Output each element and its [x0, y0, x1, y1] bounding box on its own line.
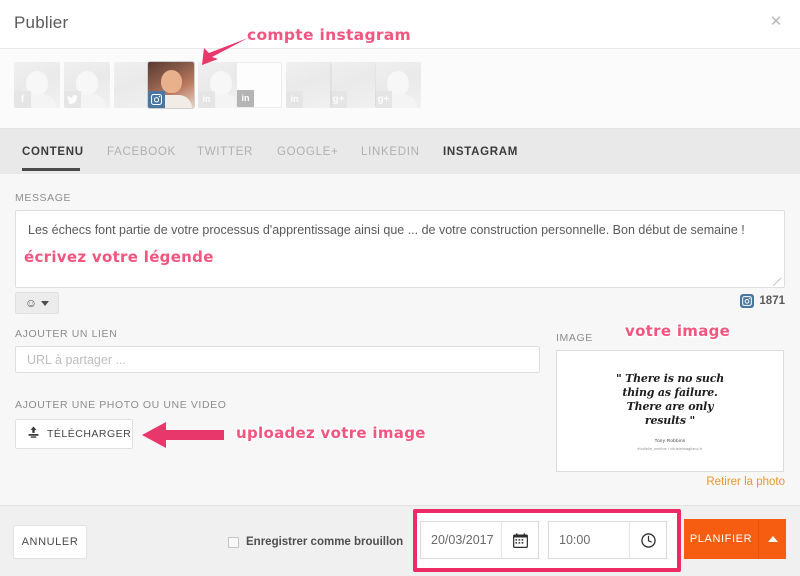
character-counter: 1871 — [740, 294, 785, 308]
network-tabs: CONTENU FACEBOOK TWITTER GOOGLE+ LINKEDI… — [0, 129, 800, 174]
message-label: MESSAGE — [15, 192, 72, 204]
account-avatar-instagram-selected[interactable] — [148, 62, 194, 108]
twitter-icon — [64, 91, 81, 108]
tab-twitter[interactable]: TWITTER — [197, 129, 252, 174]
date-picker[interactable]: 20/03/2017 — [420, 521, 539, 559]
quote-author: Tony Robbins — [654, 437, 686, 443]
time-picker[interactable]: 10:00 — [548, 521, 667, 559]
clock-icon[interactable] — [629, 522, 666, 558]
draft-checkbox[interactable] — [228, 536, 239, 548]
resize-handle-icon[interactable] — [772, 276, 782, 286]
message-value: Les échecs font partie de votre processu… — [28, 223, 745, 237]
chevron-down-icon — [41, 300, 50, 306]
account-avatar-linkedin-2[interactable]: in — [236, 62, 282, 108]
tab-contenu[interactable]: CONTENU — [22, 129, 83, 174]
smiley-icon: ☺ — [24, 296, 38, 310]
tab-instagram[interactable]: INSTAGRAM — [443, 129, 517, 174]
quote-text: " There is no such thing as failure. The… — [615, 371, 725, 427]
remove-photo-link[interactable]: Retirer la photo — [706, 476, 785, 488]
tab-facebook[interactable]: FACEBOOK — [107, 129, 175, 174]
emoji-picker-button[interactable]: ☺ — [15, 292, 59, 314]
tab-googleplus[interactable]: GOOGLE+ — [277, 129, 338, 174]
upload-button-label: TÉLÉCHARGER — [47, 428, 132, 440]
publish-modal: Publier ✕ f in in in g+ g+ CONTENU FACEB… — [0, 0, 800, 576]
counter-value: 1871 — [759, 295, 785, 307]
account-avatar-facebook[interactable]: f — [14, 62, 60, 108]
account-avatar-googleplus-1[interactable]: g+ — [330, 62, 376, 108]
linkedin-icon: in — [237, 90, 254, 107]
date-value[interactable]: 20/03/2017 — [421, 522, 501, 558]
schedule-button[interactable]: PLANIFIER — [684, 519, 786, 559]
upload-button[interactable]: TÉLÉCHARGER — [15, 419, 133, 449]
quote-site: élodielle_melline / christelmagliano.fr — [637, 446, 703, 451]
calendar-icon[interactable] — [501, 522, 538, 558]
image-content: " There is no such thing as failure. The… — [557, 351, 783, 471]
account-avatar-linkedin-3[interactable]: in — [286, 62, 332, 108]
tab-linkedin[interactable]: LINKEDIN — [361, 129, 419, 174]
upload-icon — [27, 426, 40, 442]
cancel-button[interactable]: ANNULER — [13, 525, 87, 559]
save-draft-toggle[interactable]: Enregistrer comme brouillon — [228, 536, 403, 548]
time-value[interactable]: 10:00 — [549, 522, 629, 558]
close-icon[interactable]: ✕ — [764, 9, 788, 33]
draft-label: Enregistrer comme brouillon — [246, 536, 404, 548]
googleplus-icon: g+ — [330, 91, 347, 108]
link-url-input[interactable]: URL à partager ... — [15, 346, 540, 373]
caret-up-icon — [767, 536, 778, 542]
modal-body: MESSAGE Les échecs font partie de votre … — [0, 174, 800, 505]
schedule-button-label: PLANIFIER — [689, 533, 753, 545]
linkedin-icon: in — [198, 91, 215, 108]
account-selector-strip: f in in in g+ g+ — [0, 49, 800, 129]
image-label: IMAGE — [556, 332, 593, 344]
modal-header: Publier ✕ — [0, 0, 800, 49]
image-preview[interactable]: " There is no such thing as failure. The… — [556, 350, 784, 472]
media-label: AJOUTER UNE PHOTO OU UNE VIDEO — [15, 399, 227, 411]
link-label: AJOUTER UN LIEN — [15, 328, 118, 340]
linkedin-icon: in — [286, 91, 303, 108]
facebook-icon: f — [14, 91, 31, 108]
page-title: Publier — [14, 13, 69, 32]
instagram-icon — [148, 91, 165, 108]
googleplus-icon: g+ — [375, 91, 392, 108]
account-avatar-googleplus-2[interactable]: g+ — [375, 62, 421, 108]
instagram-icon — [740, 294, 755, 308]
schedule-dropdown-toggle[interactable] — [758, 519, 786, 559]
message-textarea[interactable]: Les échecs font partie de votre processu… — [15, 210, 785, 288]
account-avatar-twitter[interactable] — [64, 62, 110, 108]
